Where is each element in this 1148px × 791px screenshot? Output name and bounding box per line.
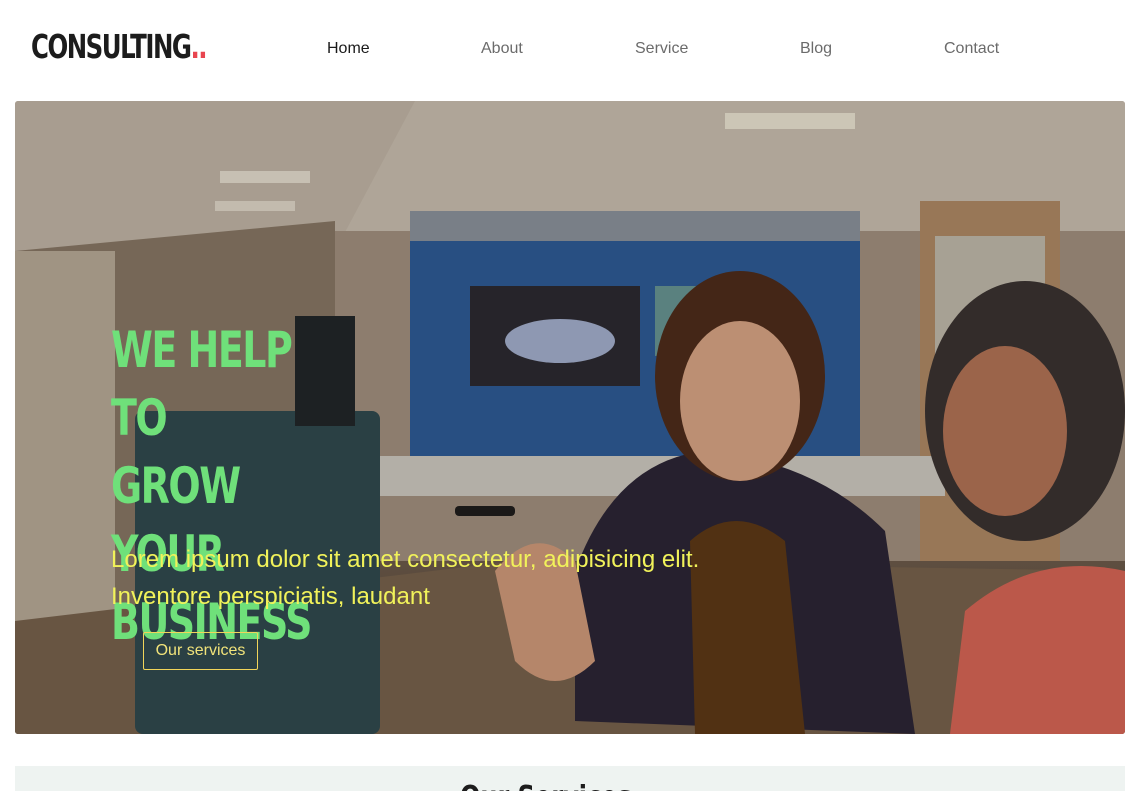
brand-name: CONSULTING <box>31 27 192 66</box>
hero-banner: WE HELP TO GROW YOUR BUSINESS Lorem ipsu… <box>15 101 1125 734</box>
nav-item-service[interactable]: Service <box>635 38 688 60</box>
services-section-title: Our Services <box>460 780 632 791</box>
brand-logo[interactable]: CONSULTING.. <box>31 27 208 67</box>
nav-item-contact[interactable]: Contact <box>944 38 999 60</box>
nav-item-blog[interactable]: Blog <box>800 38 832 60</box>
hero-description-line: Lorem ipsum dolor sit amet consectetur, … <box>111 546 700 573</box>
nav-item-about[interactable]: About <box>481 38 523 60</box>
nav-item-home[interactable]: Home <box>327 38 370 60</box>
hero-description-line: Inventore perspiciatis, laudant <box>111 583 430 610</box>
brand-dots: .. <box>190 27 207 66</box>
site-header: CONSULTING.. Home About Service Blog Con… <box>0 0 1148 100</box>
hero-title-line: WE HELP TO <box>111 321 293 447</box>
our-services-button[interactable]: Our services <box>143 632 258 670</box>
services-section: Our Services <box>15 766 1125 791</box>
hero-description: Lorem ipsum dolor sit amet consectetur, … <box>111 541 791 615</box>
